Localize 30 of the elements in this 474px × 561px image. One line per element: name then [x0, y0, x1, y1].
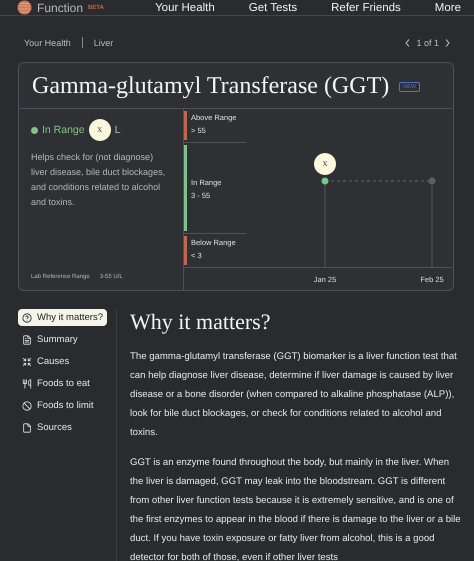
section-link[interactable]: Foods to eat — [18, 375, 94, 392]
document-icon — [22, 334, 32, 344]
section-link[interactable]: Sources — [18, 419, 76, 436]
breadcrumb-link[interactable]: Your Health — [24, 38, 71, 48]
nav-link[interactable]: Your Health — [155, 2, 215, 14]
page-count: 1 of 1 — [416, 38, 439, 48]
section-link[interactable]: Why it matters? — [18, 309, 107, 326]
file-icon — [22, 422, 32, 432]
help-icon — [22, 312, 32, 322]
biomarker-description: Helps check for (not diagnose) liver disease, bile duct blockages, and conditions related to alcohol and toxins. — [31, 151, 166, 209]
section-heading: Why it matters? — [130, 309, 272, 335]
chevron-right-icon[interactable] — [445, 38, 450, 46]
logo-icon — [17, 0, 32, 15]
arrows-inward-icon — [22, 356, 32, 366]
brand-name: Function — [37, 0, 84, 14]
status-label: In Range — [42, 124, 85, 136]
body-paragraph: GGT is an enzyme found throughout the body, but mainly in the liver. When the liver is damaged, GGT may leak into the bloodstream. GGT is different from other liver function tests because it is extremely sensitive, and is one of the first enzymes to appear in the blood if there is damage to the liver or a bile duct. If you have toxin exposure or fatty liver from alcohol, this is a good detector for both of those, even if other liver tests — [130, 456, 462, 561]
value-unit: L — [114, 124, 120, 136]
biomarker-title: Gamma-glutamyl Transferase (GGT) — [32, 73, 390, 100]
body-paragraph: The gamma-glutamyl transferase (GGT) biomarker is a liver function test that can help diagnose liver disease, determine if liver damage is caused by liver disease or a bone disorder (when compared to alkaline phosphatase (ALP)), look for bile duct blockages, or check for conditions related to alcohol and toxins. — [130, 350, 458, 440]
nav-link[interactable]: More — [434, 2, 461, 14]
section-link[interactable]: Foods to limit — [18, 397, 98, 414]
nav-link[interactable]: Get Tests — [248, 2, 298, 14]
utensils-icon — [22, 378, 32, 388]
section-link[interactable]: Causes — [18, 353, 74, 370]
section-link[interactable]: Summary — [18, 331, 82, 348]
ban-icon — [22, 400, 32, 410]
chevron-left-icon[interactable] — [405, 38, 410, 46]
nav-link[interactable]: Refer Friends — [331, 2, 401, 14]
breadcrumb-link[interactable]: Liver — [94, 38, 114, 48]
